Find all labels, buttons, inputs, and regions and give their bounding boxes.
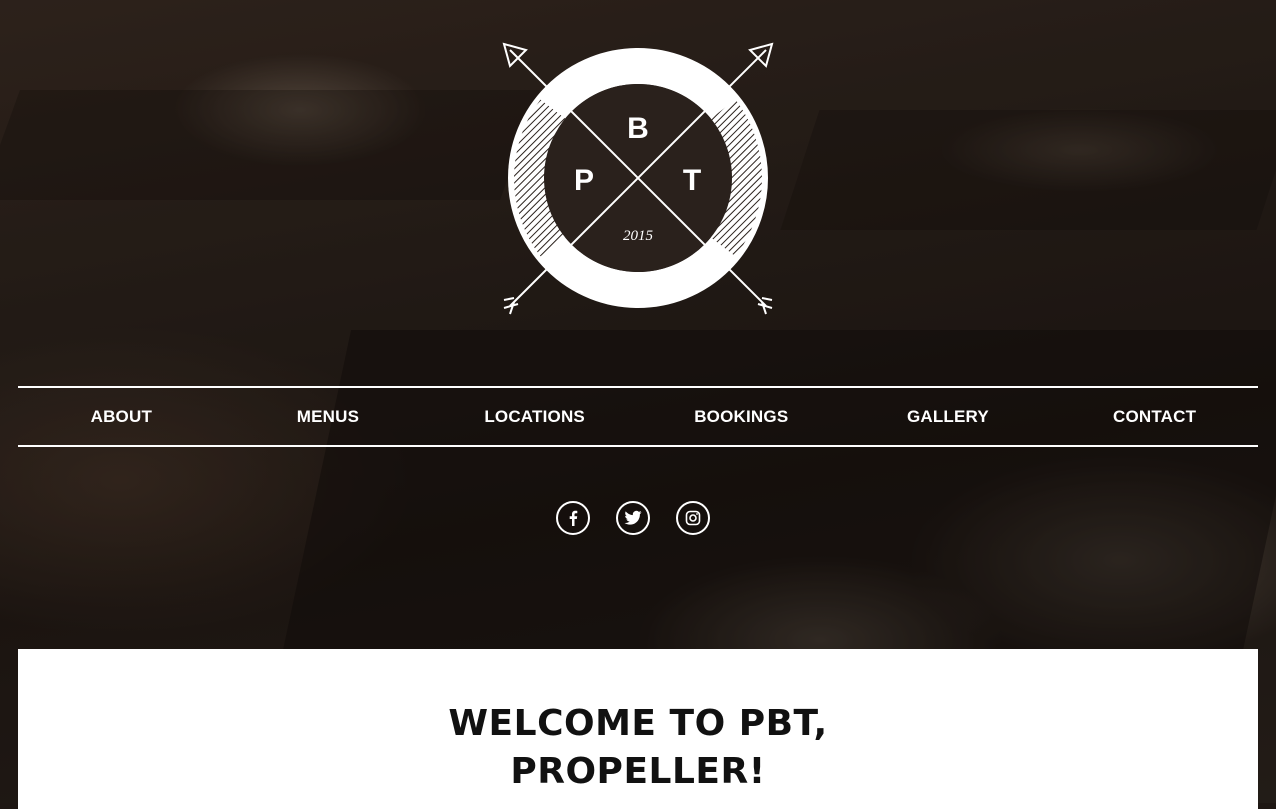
social-links (556, 501, 710, 535)
nav-item-locations[interactable]: LOCATIONS (432, 407, 638, 427)
welcome-line-1: WELCOME TO PBT, (448, 703, 828, 744)
logo-year: 2015 (623, 228, 654, 244)
main-navigation: ABOUT MENUS LOCATIONS BOOKINGS GALLERY C… (18, 389, 1258, 445)
welcome-heading: WELCOME TO PBT, PROPELLER! (0, 700, 1276, 796)
pbt-logo[interactable]: B P T 2015 (496, 38, 780, 322)
nav-item-bookings[interactable]: BOOKINGS (638, 407, 844, 427)
instagram-icon[interactable] (676, 501, 710, 535)
logo-letter-b: B (627, 112, 649, 145)
welcome-line-2: PROPELLER! (510, 751, 766, 792)
nav-item-gallery[interactable]: GALLERY (845, 407, 1051, 427)
logo-letter-p: P (574, 164, 594, 197)
nav-item-menus[interactable]: MENUS (225, 407, 431, 427)
logo-letter-t: T (683, 164, 701, 197)
twitter-icon[interactable] (616, 501, 650, 535)
nav-item-about[interactable]: ABOUT (18, 407, 224, 427)
nav-top-divider (18, 386, 1258, 388)
nav-item-contact[interactable]: CONTACT (1052, 407, 1258, 427)
facebook-icon[interactable] (556, 501, 590, 535)
nav-bottom-divider (18, 445, 1258, 447)
